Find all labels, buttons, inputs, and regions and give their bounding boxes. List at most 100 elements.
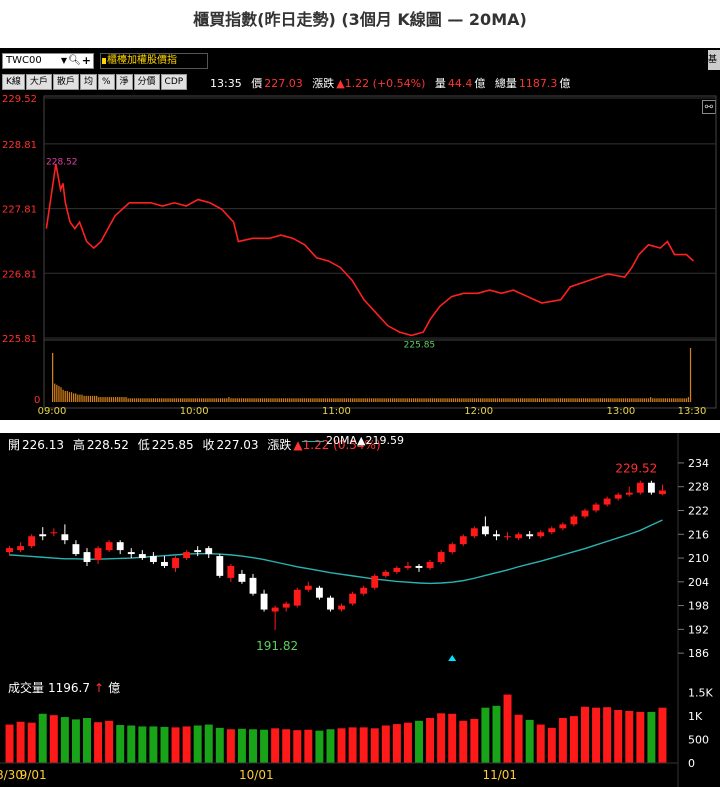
candle-body <box>94 548 102 561</box>
candle-body <box>515 534 523 539</box>
volume-bar <box>322 398 324 402</box>
volume-bar <box>454 398 457 402</box>
volume-bar <box>310 398 312 402</box>
volume-bar <box>620 398 622 402</box>
volume-bar <box>209 398 211 402</box>
volume-bar <box>238 398 241 402</box>
volume-bar <box>266 398 268 402</box>
volume-bar <box>452 398 455 402</box>
volume-bar <box>477 398 480 402</box>
candle-body <box>127 552 135 555</box>
volume-bar <box>488 398 490 402</box>
volume-bar <box>421 398 423 402</box>
volume-bar <box>456 398 459 402</box>
volume-bar <box>268 398 270 402</box>
volume-bar <box>593 398 595 402</box>
y-tick-label: 228 <box>688 481 709 494</box>
volume-bar <box>352 398 354 402</box>
volume-bar <box>383 398 385 402</box>
volume-bar <box>681 398 683 402</box>
volume-bar <box>16 721 25 763</box>
volume-bar <box>242 398 245 402</box>
volume-bar <box>211 398 213 402</box>
volume-bar <box>79 394 81 402</box>
volume-bar <box>205 398 207 402</box>
volume-bar <box>278 398 280 402</box>
volume-bar <box>190 398 192 402</box>
volume-bar <box>148 398 150 402</box>
volume-bar <box>427 398 429 402</box>
candle-body <box>50 532 58 534</box>
volume-bar <box>675 398 677 402</box>
volume-bar <box>345 398 348 402</box>
volume-bar <box>658 707 667 763</box>
ma20-line <box>9 519 663 585</box>
volume-bar <box>625 710 634 763</box>
volume-bar <box>237 728 246 763</box>
volume-bar <box>52 352 54 402</box>
volume-bar <box>379 398 381 402</box>
max-annotation: 229.52 <box>615 462 657 476</box>
volume-bar <box>358 398 360 402</box>
candle-body <box>559 524 567 529</box>
volume-bar <box>406 398 408 402</box>
volume-bar <box>213 398 215 402</box>
volume-bar <box>561 398 564 402</box>
volume-bar <box>438 398 440 402</box>
volume-bar <box>525 719 534 763</box>
volume-bar <box>547 398 549 402</box>
volume-bar <box>160 726 169 763</box>
volume-bar <box>440 398 442 402</box>
y-tick-label: 229.52 <box>2 94 37 105</box>
volume-bar <box>204 724 213 763</box>
volume-bar <box>545 398 547 402</box>
volume-tick-label: 0 <box>688 757 695 770</box>
y-tick-label: 222 <box>688 504 709 517</box>
kline-chart: 234 228 222 216 210 204 198 192 186 229.52 191.82 1… <box>0 433 713 787</box>
volume-bar <box>622 398 625 402</box>
volume-bar <box>293 398 295 402</box>
volume-bar <box>666 398 669 402</box>
volume-bar <box>459 398 461 402</box>
volume-bar <box>182 726 191 763</box>
volume-bar <box>249 729 257 763</box>
volume-bar <box>175 398 178 402</box>
volume-bar <box>154 398 157 402</box>
volume-bar <box>415 398 417 402</box>
volume-bar <box>114 397 117 402</box>
volume-bar <box>186 398 188 402</box>
volume-bar <box>123 397 125 402</box>
x-tick-label: 13:30 <box>678 406 707 417</box>
volume-bar <box>94 722 103 763</box>
volume-bar <box>257 398 259 402</box>
volume-bar <box>431 398 434 402</box>
volume-bar <box>650 397 652 402</box>
volume-bar <box>610 398 612 402</box>
volume-bar <box>581 706 589 763</box>
volume-bar <box>188 398 190 402</box>
volume-bar <box>315 730 324 763</box>
volume-bar <box>171 727 180 763</box>
volume-bar <box>364 398 366 402</box>
volume-bar <box>215 398 217 402</box>
volume-bar <box>683 398 685 402</box>
volume-bar <box>685 398 687 402</box>
volume-zero-label: 0 <box>34 395 40 406</box>
volume-bar <box>557 398 559 402</box>
volume-bar <box>569 716 578 763</box>
volume-bar <box>240 398 243 402</box>
volume-bar <box>291 398 293 402</box>
volume-bar <box>494 398 497 402</box>
y-tick-label: 226.81 <box>2 269 37 280</box>
volume-bar <box>524 398 526 402</box>
volume-bar <box>173 398 175 402</box>
volume-bar <box>71 719 80 763</box>
volume-bar <box>49 715 58 763</box>
volume-bar <box>362 398 364 402</box>
volume-bar <box>532 398 534 402</box>
volume-bar <box>102 397 104 402</box>
volume-bar <box>496 398 499 402</box>
volume-bar <box>391 398 394 402</box>
volume-bar <box>582 398 585 402</box>
intraday-chart: 229.52 228.81 227.81 226.81 225.81 009:00 10:0… <box>2 94 717 417</box>
